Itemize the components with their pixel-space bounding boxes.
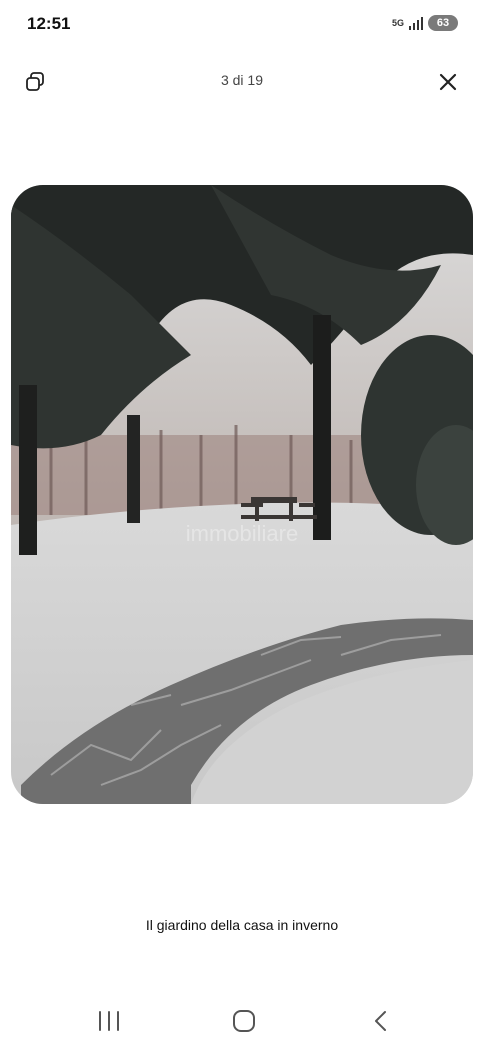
close-button[interactable] (436, 70, 460, 94)
gallery-photo[interactable]: immobiliare (11, 185, 473, 804)
system-navigation-bar (0, 1000, 484, 1040)
photo-watermark: immobiliare (186, 521, 298, 546)
close-icon (439, 73, 457, 91)
recent-apps-button[interactable] (94, 1006, 124, 1036)
photo-caption: Il giardino della casa in inverno (145, 917, 339, 933)
photo-counter: 3 di 19 (220, 72, 264, 88)
network-type-label: 5G (391, 17, 404, 28)
back-button[interactable] (366, 1006, 396, 1036)
viewer-top-bar: 3 di 19 (0, 62, 484, 102)
battery-badge: 63 (428, 15, 458, 31)
back-icon (375, 1011, 386, 1031)
status-indicators: 5G 63 (392, 15, 458, 31)
signal-icon (409, 16, 423, 30)
home-icon (233, 1010, 255, 1032)
status-bar: 12:51 5G 63 (0, 0, 484, 48)
home-button[interactable] (229, 1006, 259, 1036)
status-time: 12:51 (27, 14, 71, 33)
recent-apps-icon (99, 1011, 119, 1031)
